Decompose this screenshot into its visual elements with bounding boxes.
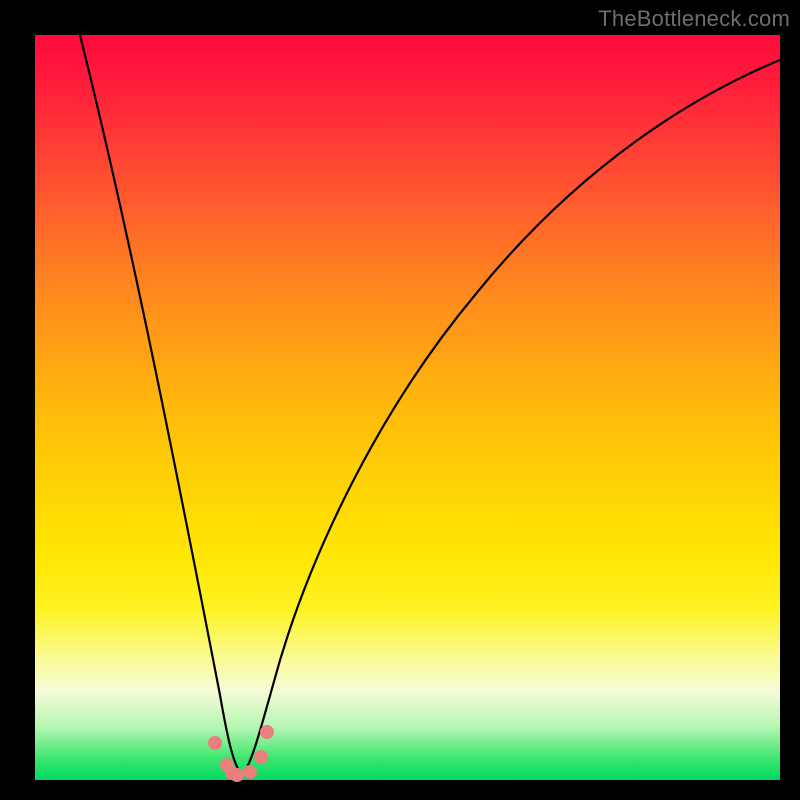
bottleneck-curve	[80, 35, 780, 775]
curve-min-points	[208, 725, 274, 782]
curve-layer	[35, 35, 780, 780]
point-7	[260, 725, 274, 739]
point-5	[243, 765, 257, 779]
point-4	[230, 768, 244, 782]
watermark-text: TheBottleneck.com	[598, 6, 790, 32]
chart-frame: TheBottleneck.com	[0, 0, 800, 800]
point-6	[254, 750, 268, 764]
point-1	[208, 736, 222, 750]
